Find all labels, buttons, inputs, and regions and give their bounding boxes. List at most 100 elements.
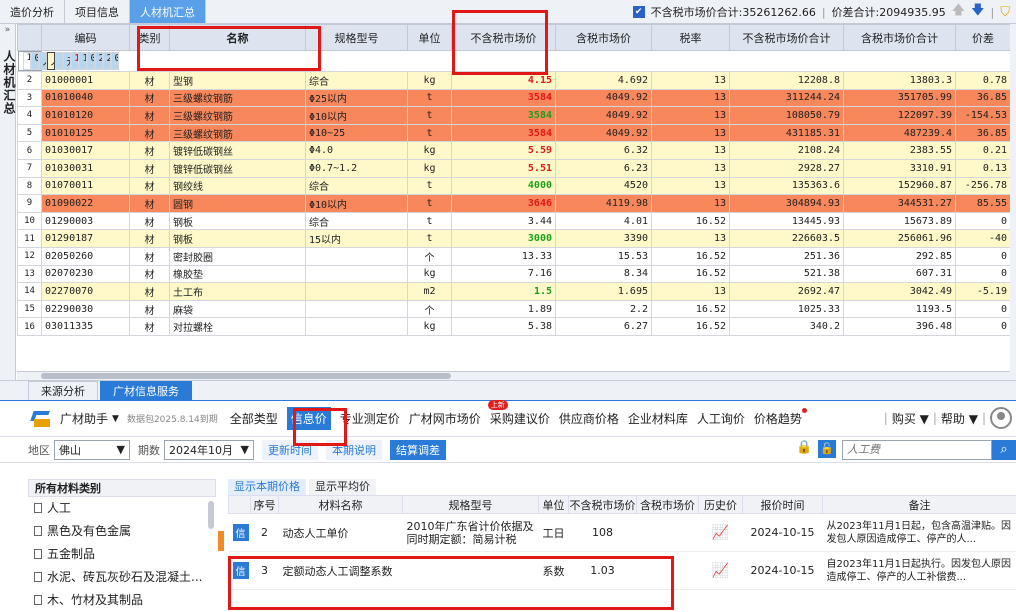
table-row[interactable]: 601030017材镀锌低碳钢丝Φ4.0kg5.596.32132108.242… <box>18 142 1011 160</box>
cell-spec[interactable]: 综合 <box>306 177 408 195</box>
table-row[interactable]: 1202050260材密封胶圈个13.3315.5316.52251.36292… <box>18 247 1011 265</box>
brand-name[interactable]: 广材助手 <box>60 410 108 427</box>
cell-p1[interactable]: 3584 <box>452 107 556 125</box>
cell-spec[interactable]: Φ10~25 <box>306 124 408 142</box>
price-cell-spec[interactable] <box>403 552 539 590</box>
cell-tax[interactable]: 13 <box>652 177 730 195</box>
price-cell-tag[interactable]: 信 <box>229 514 251 552</box>
cell-n[interactable]: 11 <box>18 230 42 248</box>
cell-tax[interactable]: 13 <box>652 283 730 301</box>
cell-name[interactable]: 钢绞线 <box>170 177 306 195</box>
cell-unit[interactable]: 个 <box>408 247 452 265</box>
table-row[interactable]: 301010040材三级螺纹钢筋Φ25以内t35844049.921331124… <box>18 89 1011 107</box>
cell-name[interactable]: 型钢 <box>170 72 306 90</box>
cell-name[interactable]: 圆钢 <box>170 195 306 213</box>
grid-col-header[interactable]: 价差 <box>956 25 1011 51</box>
cell-t2[interactable]: 292.85 <box>844 247 956 265</box>
table-row[interactable]: 701030031材镀锌低碳钢丝Φ0.7~1.2kg5.516.23132928… <box>18 159 1011 177</box>
cell-tax[interactable]: 16.52 <box>652 265 730 283</box>
table-row[interactable]: 401010120材三级螺纹钢筋Φ10以内t35844049.921310805… <box>18 107 1011 125</box>
grid-col-header[interactable]: 编码 <box>42 25 130 51</box>
cell-p1[interactable]: 3000 <box>452 230 556 248</box>
cell-name[interactable]: 钢板 <box>170 212 306 230</box>
cell-p1[interactable]: 13.33 <box>452 247 556 265</box>
tb-info-price[interactable]: 信息价 <box>287 407 331 430</box>
cell-unit[interactable]: kg <box>408 265 452 283</box>
cell-name[interactable]: 对拉螺栓 <box>170 318 306 336</box>
cell-cat[interactable]: 材 <box>130 195 170 213</box>
cell-code[interactable]: 02290030 <box>42 300 130 318</box>
cell-code[interactable]: 01000001 <box>42 72 130 90</box>
cell-diff[interactable]: 0 <box>956 265 1011 283</box>
cell-unit[interactable]: t <box>408 89 452 107</box>
cell-unit[interactable]: t <box>408 124 452 142</box>
cell-cat[interactable]: 材 <box>130 124 170 142</box>
cell-p2[interactable]: 6.32 <box>556 142 652 160</box>
cell-t2[interactable]: 15673.89 <box>844 212 956 230</box>
cell-diff[interactable]: 36.85 <box>956 89 1011 107</box>
price-col-header[interactable]: 材料名称 <box>279 496 403 514</box>
grid-col-header[interactable] <box>18 25 42 51</box>
cell-p2[interactable]: 6.23 <box>556 159 652 177</box>
cell-unit[interactable]: kg <box>408 72 452 90</box>
cell-p2[interactable]: 4520 <box>556 177 652 195</box>
cell-name[interactable]: 密封胶圈 <box>170 247 306 265</box>
cell-unit[interactable]: t <box>408 212 452 230</box>
price-col-header[interactable]: 规格型号 <box>403 496 539 514</box>
cell-t1[interactable]: 311244.24 <box>730 89 844 107</box>
tb-supplier-price[interactable]: 供应商价格 <box>559 410 619 427</box>
price-col-header[interactable]: 含税市场价 <box>637 496 699 514</box>
cell-tax[interactable]: 13 <box>652 195 730 213</box>
cell-t1[interactable]: 108050.79 <box>730 107 844 125</box>
cell-t2[interactable]: 256061.96 <box>844 230 956 248</box>
buy-menu[interactable]: 购买 ▼ <box>892 410 929 427</box>
help-menu[interactable]: 帮助 ▼ <box>941 410 978 427</box>
cell-p2[interactable]: 1.695 <box>556 283 652 301</box>
cell-t1[interactable]: 13445.93 <box>730 212 844 230</box>
cell-name[interactable]: 人工费··· <box>47 52 55 70</box>
cell-spec[interactable] <box>306 283 408 301</box>
price-cell-no[interactable]: 2 <box>251 514 279 552</box>
cell-cat[interactable]: 材 <box>130 230 170 248</box>
cell-n[interactable]: 5 <box>18 124 42 142</box>
cell-unit[interactable]: kg <box>408 318 452 336</box>
cell-p2[interactable]: 4049.92 <box>556 107 652 125</box>
cell-n[interactable]: 2 <box>18 72 42 90</box>
cell-n[interactable]: 7 <box>18 159 42 177</box>
price-col-header[interactable]: 不含税市场价 <box>569 496 637 514</box>
cell-t2[interactable]: 487239.4 <box>844 124 956 142</box>
cell-diff[interactable]: 0 <box>956 300 1011 318</box>
cell-diff[interactable]: 0.21 <box>956 142 1011 160</box>
cell-cat[interactable]: 材 <box>130 247 170 265</box>
cell-p1[interactable]: 5.51 <box>452 159 556 177</box>
cell-t1[interactable]: 2928.27 <box>730 159 844 177</box>
cell-spec[interactable] <box>306 300 408 318</box>
update-time-button[interactable]: 更新时间 <box>262 440 318 460</box>
price-col-header[interactable] <box>229 496 251 514</box>
cell-p2[interactable]: 1.03 <box>79 52 87 70</box>
cell-code[interactable]: 00010010 <box>31 52 39 70</box>
table-row[interactable]: 801070011材钢绞线综合t4000452013135363.6152960… <box>18 177 1011 195</box>
tb-price-trend[interactable]: 价格趋势 <box>754 410 802 427</box>
cell-n[interactable]: 13 <box>18 265 42 283</box>
cell-unit[interactable]: t <box>408 107 452 125</box>
cell-unit[interactable]: m2 <box>408 283 452 301</box>
cell-p2[interactable]: 3390 <box>556 230 652 248</box>
tab-current-price[interactable]: 显示本期价格 <box>228 479 306 495</box>
collapse-handle[interactable] <box>218 531 224 551</box>
cell-tax[interactable]: 13 <box>652 159 730 177</box>
cell-p1[interactable]: 1.03 <box>71 52 79 70</box>
cell-t2[interactable]: 2383.55 <box>844 142 956 160</box>
cell-n[interactable]: 1 <box>23 52 31 70</box>
price-cell-no[interactable]: 3 <box>251 552 279 590</box>
cell-p1[interactable]: 3584 <box>452 89 556 107</box>
cell-t2[interactable]: 152960.87 <box>844 177 956 195</box>
cell-n[interactable]: 15 <box>18 300 42 318</box>
cell-t2[interactable]: 396.48 <box>844 318 956 336</box>
price-cell-p2[interactable] <box>637 552 699 590</box>
table-row[interactable]: 1001290003材钢板综合t3.444.0116.5213445.93156… <box>18 212 1011 230</box>
cell-diff[interactable]: 0.78 <box>956 72 1011 90</box>
cell-t1[interactable]: 2692.47 <box>730 283 844 301</box>
cell-n[interactable]: 14 <box>18 283 42 301</box>
cell-cat[interactable]: 材 <box>130 89 170 107</box>
